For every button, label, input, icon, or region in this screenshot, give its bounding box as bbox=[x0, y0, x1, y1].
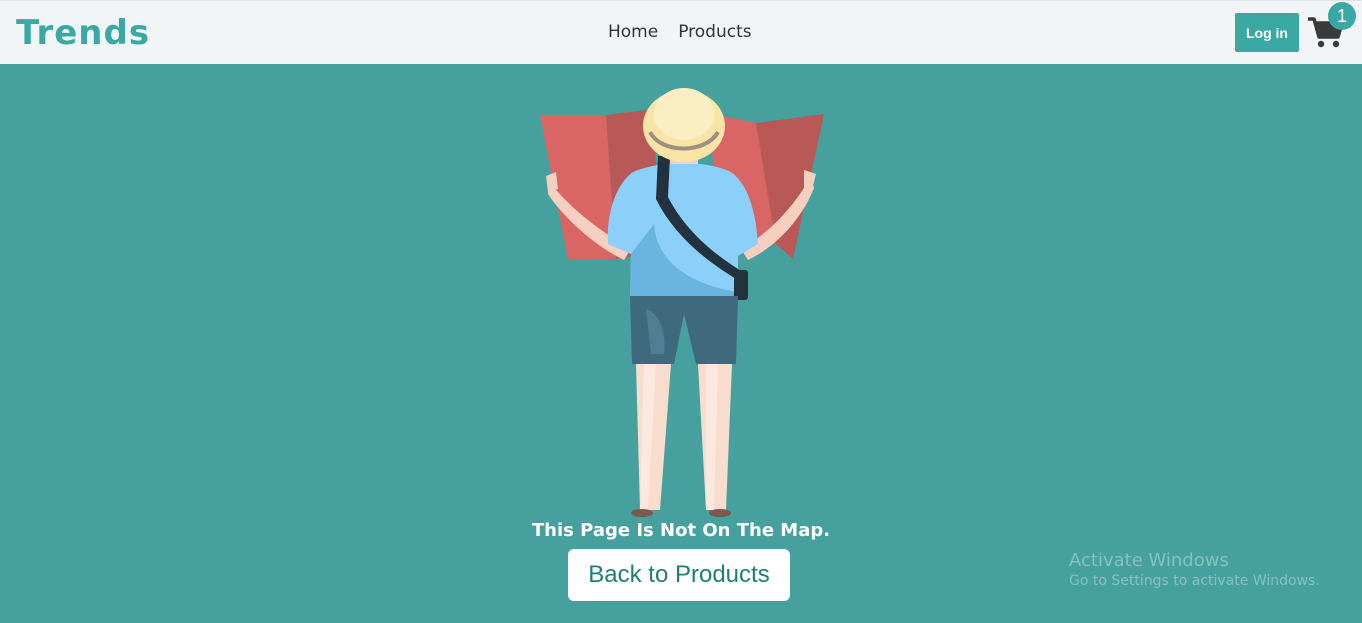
navbar: Trends Home Products Log in 1 bbox=[0, 0, 1362, 64]
not-found-message: This Page Is Not On The Map. bbox=[531, 520, 831, 541]
nav-link-home[interactable]: Home bbox=[608, 22, 658, 42]
nav-links: Home Products bbox=[608, 22, 752, 42]
traveler-with-map-illustration bbox=[536, 84, 828, 520]
login-button[interactable]: Log in bbox=[1235, 13, 1299, 52]
watermark-title: Activate Windows bbox=[1069, 550, 1229, 571]
main-content: This Page Is Not On The Map. Back to Pro… bbox=[0, 64, 1362, 623]
cart-count-badge: 1 bbox=[1328, 2, 1356, 30]
brand-logo[interactable]: Trends bbox=[16, 13, 150, 53]
watermark-subtitle: Go to Settings to activate Windows. bbox=[1069, 573, 1320, 589]
back-to-products-button[interactable]: Back to Products bbox=[568, 549, 790, 601]
nav-link-products[interactable]: Products bbox=[678, 22, 751, 42]
windows-activation-watermark: Activate Windows Go to Settings to activ… bbox=[1069, 550, 1320, 589]
